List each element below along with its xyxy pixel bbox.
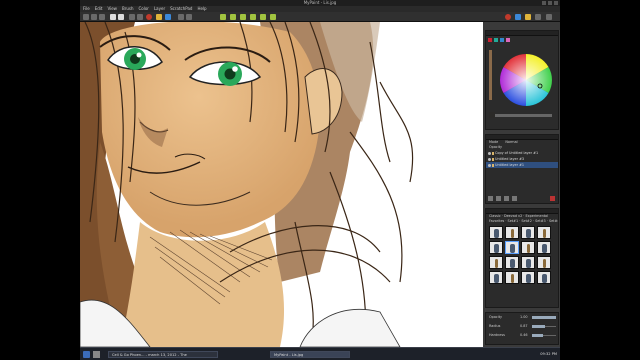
color-wheel[interactable] (486, 36, 558, 128)
visibility-icon[interactable] (488, 151, 491, 155)
brush-preset-icon[interactable] (129, 14, 135, 20)
fit-view-icon[interactable] (220, 14, 226, 20)
brush-preset[interactable] (489, 241, 503, 254)
setting-value: 0.87 (520, 324, 528, 328)
layer-name: Untitled layer #3 (495, 157, 525, 161)
brush-preset[interactable] (521, 241, 535, 254)
desktop-screen: MyPaint - Lis.jpg File Edit View Brush C… (80, 0, 560, 360)
taskbar-task-active[interactable]: MyPaint - Lis.jpg (270, 351, 350, 358)
setting-value: 1.00 (520, 315, 528, 319)
scratchpad-icon[interactable] (165, 14, 171, 20)
color-swatch-icon[interactable] (146, 14, 152, 20)
reset-view-icon[interactable] (230, 14, 236, 20)
brush-preset[interactable] (521, 256, 535, 269)
brush-group-tabs-secondary[interactable]: Favorites · Set#1 · Set#2 · Set#3 · Set#… (486, 219, 558, 224)
merge-layer-icon[interactable] (504, 196, 509, 201)
brush-preset[interactable] (537, 256, 551, 269)
brush-preset[interactable] (505, 226, 519, 239)
brush-preset[interactable] (505, 256, 519, 269)
main-toolbar (80, 12, 560, 22)
taskbar-task[interactable]: Cell & Go Phoen... - march 13, 2012 - Th… (108, 351, 218, 358)
setting-hardness[interactable]: Hardness 0.46 (486, 331, 558, 340)
setting-value: 0.46 (520, 333, 528, 337)
preferences-icon[interactable] (535, 14, 541, 20)
right-dock: Mode Normal Opacity Copy of Untitled lay… (483, 22, 560, 347)
brush-preset[interactable] (537, 226, 551, 239)
color-panel (485, 30, 559, 130)
delete-layer-icon[interactable] (550, 196, 555, 201)
minimize-button[interactable] (542, 1, 546, 5)
layer-mode-select[interactable]: Normal (505, 140, 517, 144)
brush-preset[interactable] (489, 271, 503, 284)
brush-grid (486, 224, 558, 286)
rotate-left-icon[interactable] (240, 14, 246, 20)
open-icon[interactable] (91, 14, 97, 20)
maximize-button[interactable] (548, 1, 552, 5)
color-history-swatch[interactable] (494, 38, 498, 42)
layer-name: Untitled layer #1 (495, 163, 525, 167)
layer-actions (488, 196, 555, 201)
value-slider[interactable] (489, 50, 492, 100)
layer-opacity-label: Opacity (489, 145, 503, 149)
layers-icon[interactable] (156, 14, 162, 20)
brush-settings-panel: Opacity 1.00 Radius 0.87 Hardness 0.46 (485, 312, 559, 345)
brush-settings-icon[interactable] (137, 14, 143, 20)
layers-panel: Mode Normal Opacity Copy of Untitled lay… (485, 134, 559, 204)
duplicate-layer-icon[interactable] (496, 196, 501, 201)
brush-preset[interactable] (489, 256, 503, 269)
history-icon[interactable] (525, 14, 531, 20)
brush-panel: Classic · Deevad v2 · Experimental Favor… (485, 208, 559, 308)
fullscreen-icon[interactable] (270, 14, 276, 20)
artwork-illustration (80, 22, 414, 347)
layer-thumbnail (492, 157, 494, 161)
brush-preset[interactable] (521, 226, 535, 239)
layer-item-selected[interactable]: Untitled layer #1 (486, 162, 558, 168)
setting-slider[interactable] (532, 334, 556, 337)
record-icon[interactable] (505, 14, 511, 20)
setting-label: Hardness (489, 333, 505, 337)
layer-thumbnail (492, 163, 494, 167)
clock: 09:32 PM (540, 352, 557, 356)
setting-opacity[interactable]: Opacity 1.00 (486, 313, 558, 322)
visibility-icon[interactable] (488, 163, 491, 167)
color-picker-icon[interactable] (515, 14, 521, 20)
setting-label: Opacity (489, 315, 503, 319)
redo-icon[interactable] (118, 14, 124, 20)
taskbar: Cell & Go Phoen... - march 13, 2012 - Th… (80, 347, 560, 360)
brush-preset[interactable] (505, 271, 519, 284)
setting-slider[interactable] (532, 325, 556, 328)
current-color-swatch (489, 112, 495, 118)
new-icon[interactable] (83, 14, 89, 20)
window-title: MyPaint - Lis.jpg (303, 0, 337, 5)
file-manager-icon[interactable] (93, 351, 100, 358)
add-layer-icon[interactable] (488, 196, 493, 201)
layer-thumbnail (492, 151, 494, 155)
layer-properties-icon[interactable] (512, 196, 517, 201)
save-icon[interactable] (99, 14, 105, 20)
brush-preset[interactable] (537, 271, 551, 284)
layer-name: Copy of Untitled layer #1 (495, 151, 539, 155)
close-button[interactable] (554, 1, 558, 5)
setting-radius[interactable]: Radius 0.87 (486, 322, 558, 331)
undo-icon[interactable] (110, 14, 116, 20)
brush-preset[interactable] (521, 271, 535, 284)
layer-mode-label: Mode (489, 140, 499, 144)
color-history-swatch[interactable] (500, 38, 504, 42)
mirror-icon[interactable] (260, 14, 266, 20)
rotate-right-icon[interactable] (250, 14, 256, 20)
start-menu-icon[interactable] (83, 351, 90, 358)
color-history-swatch[interactable] (488, 38, 492, 42)
brush-preset-selected[interactable] (505, 241, 519, 254)
setting-label: Radius (489, 324, 501, 328)
visibility-icon[interactable] (488, 157, 491, 161)
drawing-canvas[interactable] (80, 22, 483, 347)
saturation-slider[interactable] (494, 114, 552, 117)
brush-preset[interactable] (537, 241, 551, 254)
setting-slider[interactable] (532, 316, 556, 319)
zoom-out-icon[interactable] (186, 14, 192, 20)
color-history-swatch[interactable] (506, 38, 510, 42)
menu-icon[interactable] (546, 14, 552, 20)
zoom-in-icon[interactable] (178, 14, 184, 20)
brush-preset[interactable] (489, 226, 503, 239)
